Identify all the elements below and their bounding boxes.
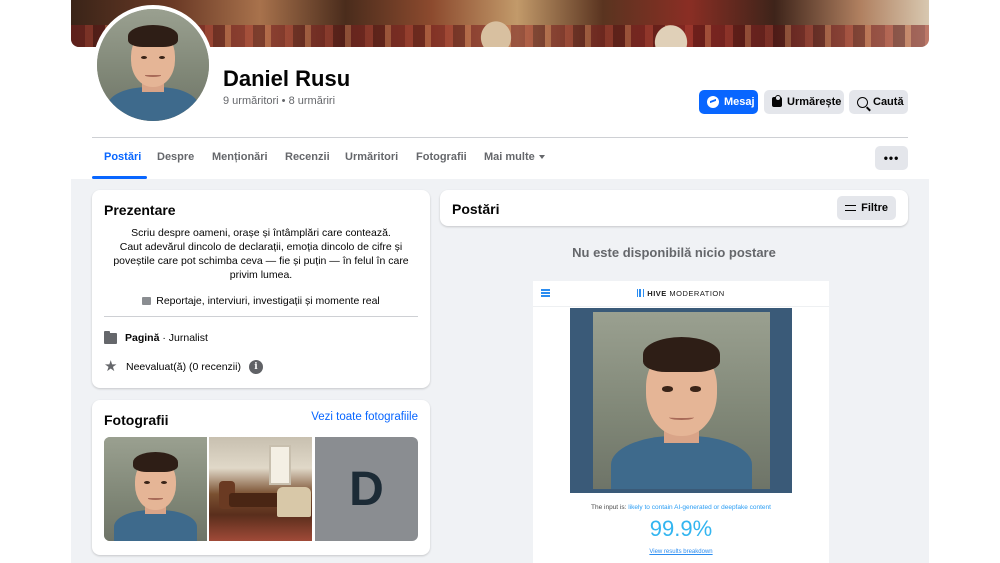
rating-text: Neevaluat(ă) (0 recenzii) [126,361,241,373]
empty-posts-message: Nu este disponibilă nicio postare [572,245,776,260]
tab-more[interactable]: Mai multe [484,151,545,163]
filter-button-label: Filtre [861,202,888,214]
tab-more-label: Mai multe [484,151,535,163]
hive-product: MODERATION [666,289,725,298]
room-sofa [277,487,311,517]
posts-header-card: Postări Filtre [440,190,908,226]
search-button-label: Caută [873,96,904,108]
posts-title: Postări [452,201,500,217]
hive-input-prefix: The input is: [591,504,629,511]
photos-card: Fotografii Vezi toate fotografiile D [92,400,430,555]
bio-text: Scriu despre oameni, orașe și întâmplări… [104,226,418,282]
message-button[interactable]: Mesaj [699,90,758,114]
hive-logo: HIVE MODERATION [533,289,829,298]
tagline: Reportaje, interviuri, investigații și m… [104,295,418,307]
search-button[interactable]: Caută [849,90,908,114]
bio-line: privim lumea. [229,269,293,281]
page-category-text: · Jurnalist [159,332,208,344]
room-door [269,445,291,485]
portrait-image [97,9,209,121]
tab-reviews[interactable]: Recenzii [285,151,330,163]
avatar[interactable] [93,5,213,125]
bio-line: Scriu despre oameni, orașe și întâmplări… [131,227,391,239]
sliders-icon [845,204,857,213]
portrait-image [593,312,770,489]
analyzed-image-frame [570,308,792,493]
follow-button-label: Urmărește [787,96,842,108]
tab-photos[interactable]: Fotografii [416,151,467,163]
profile-tabs: Postări Despre Menționări Recenzii Urmăr… [92,138,908,178]
intro-card: Prezentare Scriu despre oameni, orașe și… [92,190,430,388]
more-options-button[interactable]: ••• [875,146,908,170]
analyzed-image [593,312,770,489]
caret-down-icon [538,155,545,160]
filter-button[interactable]: Filtre [837,196,896,220]
hive-brand: HIVE [647,289,667,298]
tagline-text: Reportaje, interviuri, investigații și m… [156,295,380,307]
clapperboard-icon [142,297,152,305]
portrait-image [104,437,207,541]
view-breakdown-link[interactable]: View results breakdown [533,549,829,555]
hive-result-label: likely to contain AI-generated or deepfa… [628,504,771,511]
star-icon [104,357,118,375]
see-all-photos-link[interactable]: Vezi toate fotografiile [311,411,418,423]
photo-thumbnail-placeholder[interactable]: D [315,437,418,541]
hive-header: HIVE MODERATION [533,281,829,307]
tab-about[interactable]: Despre [157,151,194,163]
tab-mentions[interactable]: Menționări [212,151,268,163]
tab-followers[interactable]: Urmăritori [345,151,398,163]
messenger-icon [707,96,719,108]
message-button-label: Mesaj [724,96,755,108]
photos-title: Fotografii [104,412,169,428]
hive-moderation-embed: HIVE MODERATION The input is: likely to … [533,281,829,563]
profile-name: Daniel Rusu [223,66,351,91]
bio-line: Caut adevărul dincolo de declarații, emo… [119,241,403,253]
hive-mark-icon [637,289,645,297]
info-icon[interactable]: i [248,360,263,374]
follow-button[interactable]: Urmărește [764,90,844,114]
follow-icon [772,95,782,107]
page-flag-icon [104,330,117,344]
cover-chair [631,0,711,47]
page-category-row: Pagină · Jurnalist [104,330,208,344]
search-icon [857,96,868,108]
intro-title: Prezentare [104,202,176,218]
page-type: Pagină [125,332,160,344]
rating-row: Neevaluat(ă) (0 recenzii) i [104,357,263,375]
hive-result-text: The input is: likely to contain AI-gener… [533,504,829,511]
page-category: Pagină · Jurnalist [125,332,208,344]
photo-thumbnail[interactable] [209,437,312,541]
hive-score: 99.9% [649,516,713,541]
intro-divider [104,316,418,317]
bio-line: poveștile care pot schimba ceva — fie și… [113,255,409,267]
followers-count[interactable]: 9 urmăritori • 8 urmăriri [223,95,335,107]
photo-thumbnail[interactable] [104,437,207,541]
profile-page: Daniel Rusu 9 urmăritori • 8 urmăriri Me… [0,0,1000,563]
cover-chair [461,0,531,47]
tab-posts[interactable]: Postări [104,151,141,163]
